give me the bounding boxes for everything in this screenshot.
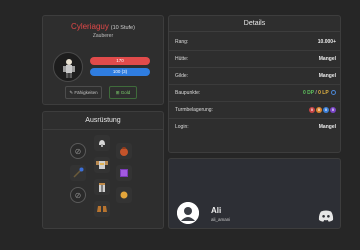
- spellbook-icon: [120, 169, 128, 177]
- detail-row-hut: Hütte: Mangel: [175, 56, 336, 67]
- rank-value: 10.000+: [317, 39, 336, 45]
- tower-badge: 0: [309, 107, 315, 113]
- row-divider: [169, 84, 340, 85]
- amulet-icon: [120, 191, 128, 199]
- bag-icon: [120, 147, 128, 156]
- mana-bar: 100 (3): [90, 68, 150, 76]
- guild-label: Gilde:: [175, 73, 189, 79]
- pants-icon: [99, 183, 105, 192]
- details-divider: [169, 31, 340, 32]
- discord-logo-icon[interactable]: [318, 209, 334, 227]
- detail-row-login: Login: Mangel: [175, 124, 336, 135]
- detail-row-guild: Gilde: Mangel: [175, 73, 336, 84]
- rank-label: Rang:: [175, 39, 189, 45]
- discord-avatar: [177, 202, 199, 224]
- row-divider: [169, 101, 340, 102]
- skills-label: Fähigkeiten: [74, 90, 98, 95]
- detail-row-rank: Rang: 10.000+: [175, 39, 336, 50]
- skills-icon: ✎: [69, 90, 74, 95]
- wand-icon: [73, 167, 84, 178]
- gold-label: Gold: [120, 90, 131, 95]
- build-points-label: Baupunkte:: [175, 90, 201, 96]
- lp-value: 0 LP: [318, 90, 329, 96]
- detail-row-tower-siege: Turmbelagerung: 0000: [175, 107, 336, 118]
- equipment-panel: Ausrüstung ⊘ ⊘: [42, 111, 164, 229]
- amulet-slot[interactable]: [116, 187, 132, 203]
- user-avatar-icon: [177, 202, 199, 224]
- boots-slot[interactable]: [94, 201, 110, 217]
- build-points-value: 0 DP / 0 LP: [303, 90, 336, 96]
- profile-panel: Cyleriaguy (10 Stufe) Zauberer 170 100 (…: [42, 15, 164, 105]
- gold-button[interactable]: ⊞ Gold: [109, 86, 137, 99]
- gold-icon: ⊞: [115, 90, 120, 95]
- pants-slot[interactable]: [94, 179, 110, 195]
- row-divider: [169, 118, 340, 119]
- player-name[interactable]: Cyleriaguy: [71, 22, 109, 31]
- bag-slot[interactable]: [116, 143, 132, 159]
- discord-card: Ali ali_amani: [168, 158, 341, 229]
- hut-label: Hütte:: [175, 56, 189, 62]
- tower-badge: 0: [330, 107, 336, 113]
- detail-row-build-points: Baupunkte: 0 DP / 0 LP: [175, 90, 336, 101]
- player-header: Cyleriaguy (10 Stufe): [43, 22, 163, 31]
- discord-handle: ali_amani: [211, 217, 231, 222]
- details-title: Details: [243, 20, 266, 27]
- tower-siege-value: 0000: [308, 107, 336, 113]
- boots-icon: [97, 206, 107, 212]
- discord-username: Ali: [211, 206, 222, 215]
- details-panel: Details Rang: 10.000+ Hütte: Mangel Gild…: [168, 15, 341, 153]
- login-value: Mangel: [318, 124, 336, 130]
- empty-slot-icon[interactable]: ⊘: [70, 187, 86, 203]
- helmet-icon: [99, 140, 105, 147]
- bp-separator: /: [315, 90, 317, 96]
- wand-slot[interactable]: [70, 165, 86, 181]
- guild-value: Mangel: [318, 73, 336, 79]
- info-icon[interactable]: [331, 90, 336, 96]
- spellbook-slot[interactable]: [116, 165, 132, 181]
- character-avatar: [53, 52, 83, 82]
- skills-button[interactable]: ✎ Fähigkeiten: [65, 86, 102, 99]
- tower-badge: 0: [323, 107, 329, 113]
- row-divider: [169, 50, 340, 51]
- player-level: (10 Stufe): [110, 25, 135, 31]
- login-label: Login:: [175, 124, 189, 130]
- equipment-title: Ausrüstung: [85, 117, 121, 124]
- health-bar: 170: [90, 57, 150, 65]
- row-divider: [169, 67, 340, 68]
- hut-value: Mangel: [318, 56, 336, 62]
- equipment-divider: [43, 129, 163, 130]
- player-class: Zauberer: [92, 33, 114, 39]
- helmet-slot[interactable]: [94, 135, 110, 151]
- tower-siege-label: Turmbelagerung:: [175, 107, 213, 113]
- armor-icon: [96, 161, 108, 169]
- dp-value: 0 DP: [302, 90, 314, 96]
- tower-badge: 0: [316, 107, 322, 113]
- armor-slot[interactable]: [94, 157, 110, 173]
- empty-slot-icon[interactable]: ⊘: [70, 143, 86, 159]
- wizard-sprite-icon: [63, 59, 75, 78]
